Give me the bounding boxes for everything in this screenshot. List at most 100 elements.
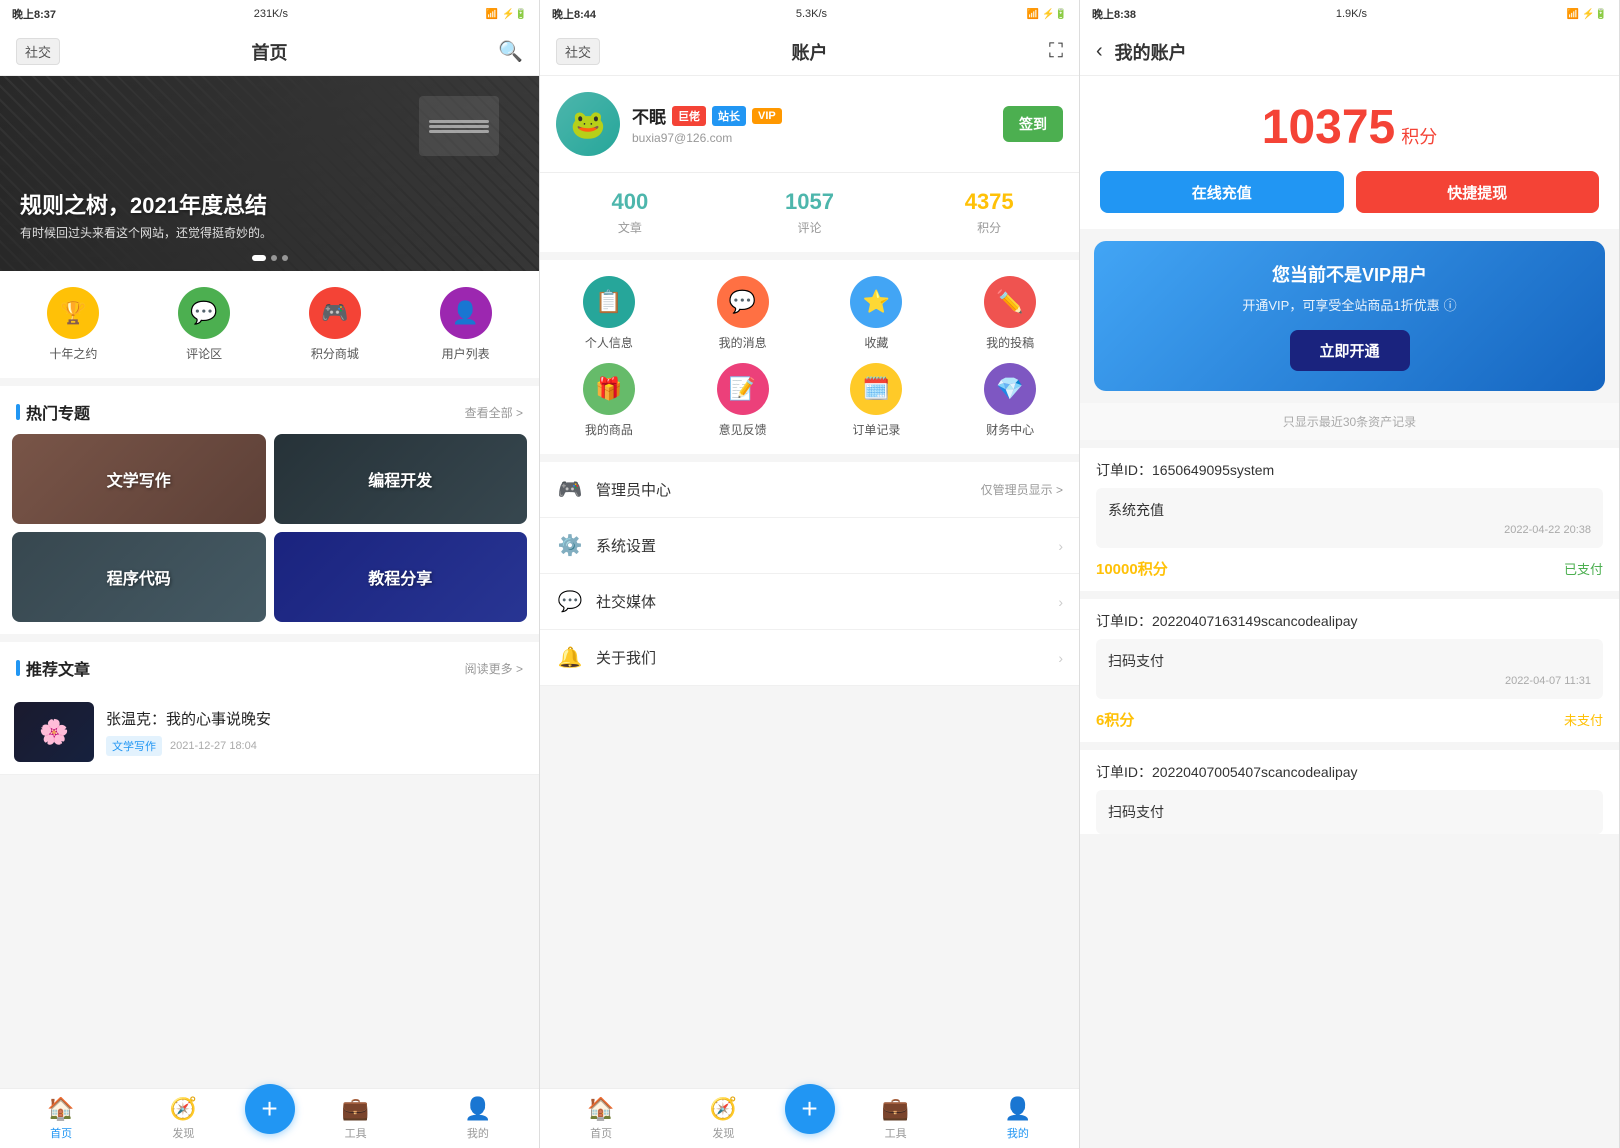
admin-center-text: 管理员中心 bbox=[596, 479, 981, 500]
home-tab-icon: 🏠 bbox=[47, 1096, 74, 1122]
orders-icon: 🗓️ bbox=[850, 363, 902, 415]
hot-topics-more[interactable]: 查看全部 > bbox=[465, 404, 523, 421]
points-unit: 积分 bbox=[1401, 123, 1437, 149]
mine-tab-icon: 👤 bbox=[464, 1096, 491, 1122]
home-tab-label: 首页 bbox=[50, 1125, 72, 1141]
menu-system-settings[interactable]: ⚙️ 系统设置 › bbox=[540, 518, 1079, 574]
withdraw-button[interactable]: 快捷提现 bbox=[1356, 171, 1600, 213]
discover-tab-label: 发现 bbox=[172, 1125, 194, 1141]
menu-feedback[interactable]: 📝 意见反馈 bbox=[682, 363, 804, 438]
quick-icon-shop[interactable]: 🎮 积分商城 bbox=[309, 287, 361, 362]
tab-home-mine[interactable]: 👤 我的 bbox=[417, 1096, 539, 1141]
tools-tab-label: 工具 bbox=[345, 1125, 367, 1141]
submissions-icon: ✏️ bbox=[984, 276, 1036, 328]
tab-account-discover[interactable]: 🧭 发现 bbox=[662, 1096, 784, 1141]
finance-label: 财务中心 bbox=[986, 421, 1034, 438]
time-myaccount: 晚上8:38 bbox=[1092, 6, 1136, 22]
tab-home-home[interactable]: 🏠 首页 bbox=[0, 1096, 122, 1141]
about-us-text: 关于我们 bbox=[596, 647, 1058, 668]
about-us-arrow: › bbox=[1058, 650, 1063, 666]
tab-home-plus[interactable]: + bbox=[245, 1084, 295, 1134]
menu-orders[interactable]: 🗓️ 订单记录 bbox=[816, 363, 938, 438]
expand-icon-account[interactable]: ⛶ bbox=[1049, 40, 1063, 63]
my-account-scroll: 10375 积分 在线充值 快捷提现 您当前不是VIP用户 开通VIP，可享受全… bbox=[1080, 76, 1619, 1148]
stat-articles-label: 文章 bbox=[618, 219, 642, 236]
tab-account-tools[interactable]: 💼 工具 bbox=[835, 1096, 957, 1141]
account-scroll: 🐸 不眠 巨佬 站长 VIP buxia97@126.com 签到 400 文章… bbox=[540, 76, 1079, 1088]
menu-admin-center[interactable]: 🎮 管理员中心 仅管理员显示 > bbox=[540, 462, 1079, 518]
search-icon-home[interactable]: 🔍 bbox=[498, 39, 523, 64]
stat-articles[interactable]: 400 文章 bbox=[540, 189, 720, 236]
social-btn-home[interactable]: 社交 bbox=[16, 38, 60, 65]
system-settings-icon: ⚙️ bbox=[556, 533, 584, 558]
recharge-button[interactable]: 在线充值 bbox=[1100, 171, 1344, 213]
order-2: 订单ID：20220407163149scancodealipay 扫码支付 2… bbox=[1080, 599, 1619, 742]
home-banner[interactable]: 规则之树，2021年度总结 有时候回过头来看这个网站，还觉得挺奇妙的。 bbox=[0, 76, 539, 271]
article-info-1: 张温克：我的心事说晚安 文学写作 2021-12-27 18:04 bbox=[106, 709, 525, 756]
article-item-1[interactable]: 🌸 张温克：我的心事说晚安 文学写作 2021-12-27 18:04 bbox=[0, 690, 539, 775]
account-panel: 晚上8:44 5.3K/s 📶 ⚡🔋 社交 账户 ⛶ 🐸 不眠 巨佬 站长 VI… bbox=[540, 0, 1080, 1148]
tab-account-plus[interactable]: + bbox=[785, 1084, 835, 1134]
social-media-icon: 💬 bbox=[556, 589, 584, 614]
menu-messages[interactable]: 💬 我的消息 bbox=[682, 276, 804, 351]
badge-vip: VIP bbox=[752, 108, 782, 124]
discover2-tab-icon: 🧭 bbox=[710, 1096, 737, 1122]
back-button[interactable]: ‹ bbox=[1096, 40, 1103, 63]
quick-icons: 🏆 十年之约 💬 评论区 🎮 积分商城 👤 用户列表 bbox=[0, 271, 539, 378]
users-icon: 👤 bbox=[440, 287, 492, 339]
status-bar-myaccount: 晚上8:38 1.9K/s 📶 ⚡🔋 bbox=[1080, 0, 1619, 28]
stat-comments[interactable]: 1057 评论 bbox=[720, 189, 900, 236]
menu-finance[interactable]: 💎 财务中心 bbox=[949, 363, 1071, 438]
stat-points[interactable]: 4375 积分 bbox=[899, 189, 1079, 236]
status-icons-account: 📶 ⚡🔋 bbox=[1027, 9, 1067, 20]
quick-icon-users[interactable]: 👤 用户列表 bbox=[440, 287, 492, 362]
order-3: 订单ID：20220407005407scancodealipay 扫码支付 bbox=[1080, 750, 1619, 834]
banner-subtitle: 有时候回过头来看这个网站，还觉得挺奇妙的。 bbox=[20, 224, 272, 241]
tab-account-home[interactable]: 🏠 首页 bbox=[540, 1096, 662, 1141]
menu-submissions[interactable]: ✏️ 我的投稿 bbox=[949, 276, 1071, 351]
topic-literature[interactable]: 文学写作 bbox=[12, 434, 266, 524]
messages-label: 我的消息 bbox=[719, 334, 767, 351]
tab-account-mine[interactable]: 👤 我的 bbox=[957, 1096, 1079, 1141]
nav-bar-account: 社交 账户 ⛶ bbox=[540, 28, 1079, 76]
points-number: 10375 bbox=[1262, 100, 1395, 155]
sign-in-button[interactable]: 签到 bbox=[1003, 106, 1063, 142]
nav-bar-home: 社交 首页 🔍 bbox=[0, 28, 539, 76]
menu-favorites[interactable]: ⭐ 收藏 bbox=[816, 276, 938, 351]
menu-personal-info[interactable]: 📋 个人信息 bbox=[548, 276, 670, 351]
banner-dot-3 bbox=[282, 255, 288, 261]
shop-label: 积分商城 bbox=[311, 345, 359, 362]
quick-icon-anniversary[interactable]: 🏆 十年之约 bbox=[47, 287, 99, 362]
banner-dots bbox=[252, 255, 288, 261]
account-name: 不眠 巨佬 站长 VIP bbox=[632, 103, 991, 128]
messages-icon: 💬 bbox=[717, 276, 769, 328]
order-2-id: 订单ID：20220407163149scancodealipay bbox=[1096, 611, 1603, 639]
feedback-label: 意见反馈 bbox=[719, 421, 767, 438]
discover-tab-icon: 🧭 bbox=[170, 1096, 197, 1122]
tab-home-discover[interactable]: 🧭 发现 bbox=[122, 1096, 244, 1141]
topic-tutorial[interactable]: 教程分享 bbox=[274, 532, 528, 622]
stat-comments-value: 1057 bbox=[785, 189, 834, 215]
submissions-label: 我的投稿 bbox=[986, 334, 1034, 351]
menu-my-goods[interactable]: 🎁 我的商品 bbox=[548, 363, 670, 438]
order-1-name: 系统充值 bbox=[1108, 500, 1591, 520]
banner-title: 规则之树，2021年度总结 bbox=[20, 188, 272, 220]
topic-code[interactable]: 程序代码 bbox=[12, 532, 266, 622]
banner-dot-2 bbox=[271, 255, 277, 261]
articles-header: 推荐文章 阅读更多 > bbox=[0, 642, 539, 690]
network-home: 231K/s bbox=[254, 8, 288, 20]
menu-social-media[interactable]: 💬 社交媒体 › bbox=[540, 574, 1079, 630]
menu-about-us[interactable]: 🔔 关于我们 › bbox=[540, 630, 1079, 686]
order-2-footer: 6积分 未支付 bbox=[1096, 699, 1603, 742]
topic-coding[interactable]: 编程开发 bbox=[274, 434, 528, 524]
social-btn-account[interactable]: 社交 bbox=[556, 38, 600, 65]
quick-icon-comments[interactable]: 💬 评论区 bbox=[178, 287, 230, 362]
mine2-tab-label: 我的 bbox=[1007, 1125, 1029, 1141]
admin-center-icon: 🎮 bbox=[556, 477, 584, 502]
articles-more[interactable]: 阅读更多 > bbox=[465, 660, 523, 677]
order-2-date: 2022-04-07 11:31 bbox=[1108, 675, 1591, 687]
tab-home-tools[interactable]: 💼 工具 bbox=[295, 1096, 417, 1141]
feedback-icon: 📝 bbox=[717, 363, 769, 415]
vip-open-button[interactable]: 立即开通 bbox=[1290, 330, 1410, 371]
menu-list: 🎮 管理员中心 仅管理员显示 > ⚙️ 系统设置 › 💬 社交媒体 › 🔔 关于… bbox=[540, 462, 1079, 686]
